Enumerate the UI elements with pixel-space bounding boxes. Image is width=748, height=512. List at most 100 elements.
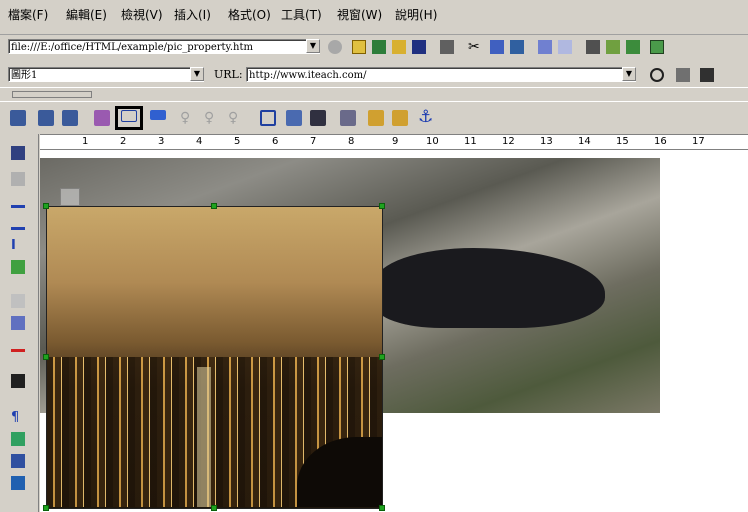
menu-help[interactable]: 說明(H) bbox=[395, 6, 437, 23]
text-icon[interactable]: I bbox=[11, 238, 25, 253]
gray-icon-2[interactable]: ♀ bbox=[204, 110, 220, 126]
resize-handle[interactable] bbox=[379, 354, 385, 360]
crosshair-icon[interactable] bbox=[586, 40, 600, 54]
menu-file[interactable]: 檔案(F) bbox=[8, 6, 48, 23]
picture-toolbar: ♀ ♀ ♀ ⚓ bbox=[0, 101, 748, 135]
left-toolbar: I ¶ bbox=[0, 134, 39, 512]
move-handle-icon[interactable] bbox=[60, 188, 80, 206]
gray-tool-icon[interactable] bbox=[11, 172, 25, 186]
horizontal-ruler: 1 2 3 4 5 6 7 8 9 10 11 12 13 14 15 16 1… bbox=[40, 134, 748, 150]
ruler-number: 3 bbox=[158, 136, 165, 147]
grid-icon[interactable] bbox=[310, 110, 326, 126]
align-center-icon[interactable] bbox=[38, 110, 54, 126]
bug-icon[interactable] bbox=[626, 40, 640, 54]
url-input[interactable]: http://www.iteach.com/ bbox=[246, 67, 636, 82]
menu-bar: 檔案(F) 編輯(E) 檢視(V) 插入(I) 格式(O) 工具(T) 視窗(W… bbox=[0, 0, 748, 35]
table-icon[interactable] bbox=[286, 110, 302, 126]
paste-icon[interactable] bbox=[510, 40, 524, 54]
resize-handle[interactable] bbox=[379, 505, 385, 511]
mode-tabs[interactable] bbox=[12, 91, 92, 98]
ruler-number: 13 bbox=[540, 136, 553, 147]
seal-shape bbox=[375, 248, 605, 328]
ruler-number: 8 bbox=[348, 136, 355, 147]
resize-handle[interactable] bbox=[43, 505, 49, 511]
chevron-down-icon[interactable]: ▼ bbox=[622, 67, 636, 81]
ruler-number: 1 bbox=[82, 136, 89, 147]
frame-icon[interactable] bbox=[260, 110, 276, 126]
tool-strip bbox=[0, 87, 748, 102]
ruler-number: 16 bbox=[654, 136, 667, 147]
tool-icon[interactable] bbox=[606, 40, 620, 54]
ruler-number: 7 bbox=[310, 136, 317, 147]
ruler-number: 17 bbox=[692, 136, 705, 147]
stop-icon[interactable] bbox=[328, 40, 342, 54]
print-icon[interactable] bbox=[440, 40, 454, 54]
city-photo[interactable] bbox=[46, 206, 383, 509]
tag-icon[interactable] bbox=[11, 146, 25, 160]
link-icon[interactable] bbox=[676, 68, 690, 82]
address-toolbar: file:///E:/office/HTML/example/pic_prope… bbox=[0, 35, 748, 63]
binoculars-icon[interactable] bbox=[11, 374, 25, 388]
ruler-number: 11 bbox=[464, 136, 477, 147]
menu-insert[interactable]: 插入(I) bbox=[174, 6, 211, 23]
object-toolbar: 圖形1 ▼ URL: http://www.iteach.com/ ▼ bbox=[0, 63, 748, 87]
resize-handle[interactable] bbox=[211, 505, 217, 511]
preview-icon[interactable] bbox=[650, 40, 664, 54]
align-left-icon[interactable] bbox=[10, 110, 26, 126]
menu-window[interactable]: 視窗(W) bbox=[337, 6, 382, 23]
cut-icon[interactable]: ✂ bbox=[468, 40, 482, 54]
chevron-down-icon[interactable]: ▼ bbox=[190, 67, 204, 81]
refresh-icon[interactable] bbox=[372, 40, 386, 54]
menu-edit[interactable]: 編輯(E) bbox=[66, 6, 107, 23]
form-icon[interactable] bbox=[11, 454, 25, 468]
ruler-number: 2 bbox=[120, 136, 127, 147]
redo-icon[interactable] bbox=[558, 40, 572, 54]
open-folder-icon[interactable] bbox=[392, 40, 406, 54]
resize-handle[interactable] bbox=[43, 354, 49, 360]
paint-icon[interactable] bbox=[94, 110, 110, 126]
gray-icon-1[interactable]: ♀ bbox=[180, 110, 196, 126]
find-icon[interactable] bbox=[700, 68, 714, 82]
layer-icon[interactable] bbox=[340, 110, 356, 126]
ruler-number: 9 bbox=[392, 136, 399, 147]
editing-canvas[interactable] bbox=[40, 150, 748, 512]
anchor-icon[interactable]: ⚓ bbox=[418, 108, 434, 126]
spell-icon[interactable] bbox=[11, 316, 25, 330]
copy-icon[interactable] bbox=[490, 40, 504, 54]
gray-icon-3[interactable]: ♀ bbox=[228, 110, 244, 126]
ruler-number: 6 bbox=[272, 136, 279, 147]
send-back-icon[interactable] bbox=[392, 110, 408, 126]
clock-icon[interactable] bbox=[650, 68, 664, 82]
save-icon[interactable] bbox=[412, 40, 426, 54]
undo-icon[interactable] bbox=[538, 40, 552, 54]
spelling-check-icon[interactable] bbox=[11, 432, 25, 446]
image-insert-icon[interactable] bbox=[11, 260, 25, 274]
ruler-number: 14 bbox=[578, 136, 591, 147]
ruler-number: 4 bbox=[196, 136, 203, 147]
line-icon[interactable] bbox=[11, 216, 25, 230]
file-path-input[interactable]: file:///E:/office/HTML/example/pic_prope… bbox=[8, 39, 320, 54]
menu-tools[interactable]: 工具(T) bbox=[281, 6, 322, 23]
resize-handle[interactable] bbox=[379, 203, 385, 209]
align-right-icon[interactable] bbox=[62, 110, 78, 126]
resize-handle[interactable] bbox=[43, 203, 49, 209]
menu-format[interactable]: 格式(O) bbox=[228, 6, 271, 23]
abc-icon[interactable] bbox=[11, 338, 25, 352]
ruler-number: 15 bbox=[616, 136, 629, 147]
ruler-number: 10 bbox=[426, 136, 439, 147]
tower-shape bbox=[197, 367, 211, 507]
resize-handle[interactable] bbox=[211, 203, 217, 209]
chevron-down-icon[interactable]: ▼ bbox=[306, 39, 320, 53]
script-icon[interactable] bbox=[11, 476, 25, 490]
menu-view[interactable]: 檢視(V) bbox=[121, 6, 163, 23]
object-name-input[interactable]: 圖形1 bbox=[8, 67, 204, 82]
bring-front-icon[interactable] bbox=[368, 110, 384, 126]
disabled-icon[interactable] bbox=[11, 294, 25, 308]
ruler-number: 5 bbox=[234, 136, 241, 147]
text-wrap-left-icon[interactable] bbox=[150, 110, 166, 120]
url-label: URL: bbox=[214, 68, 243, 81]
hr-icon[interactable] bbox=[11, 194, 25, 208]
text-wrap-right-icon[interactable] bbox=[121, 110, 137, 122]
paragraph-icon[interactable]: ¶ bbox=[11, 410, 25, 425]
go-icon[interactable] bbox=[352, 40, 366, 54]
